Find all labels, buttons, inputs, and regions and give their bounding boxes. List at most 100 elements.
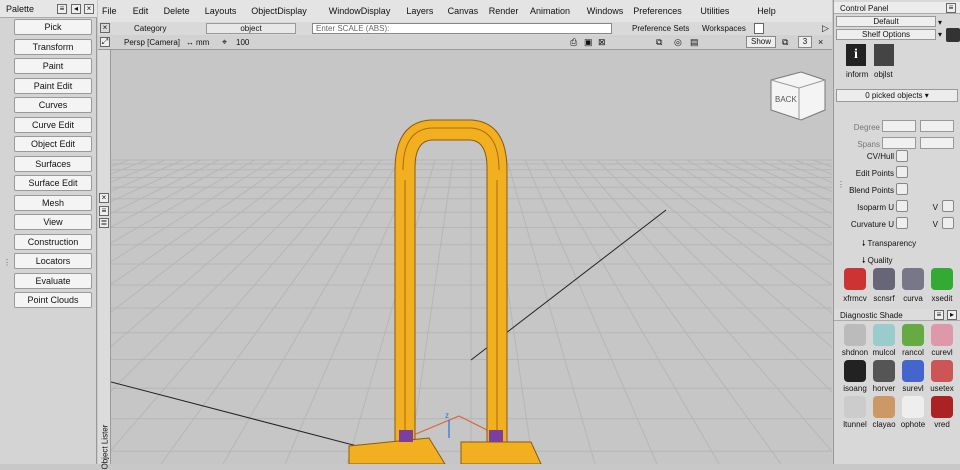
curvature-v-checkbox[interactable] (942, 217, 954, 229)
menu-utilities[interactable]: Utilities (700, 6, 729, 16)
scnsrf-icon[interactable] (873, 268, 895, 290)
workspace-icon[interactable] (754, 23, 764, 34)
palette-button-evaluate[interactable]: Evaluate (14, 272, 92, 289)
menu-render[interactable]: Render (489, 6, 519, 16)
view-cube[interactable]: BACK (770, 71, 826, 121)
close-icon[interactable]: × (818, 37, 823, 47)
spans-field[interactable] (882, 137, 916, 149)
palette-button-transform[interactable]: Transform (14, 38, 92, 55)
collapse-icon[interactable]: ◂ (71, 4, 81, 14)
shelf-item-inform[interactable]: inform (846, 70, 868, 79)
menu-animation[interactable]: Animation (530, 6, 570, 16)
close-icon[interactable]: × (84, 4, 94, 14)
list-icon[interactable]: ≣ (99, 218, 109, 228)
menu-windows[interactable]: Windows (587, 6, 624, 16)
clayao-icon[interactable] (873, 396, 895, 418)
windows-icon[interactable]: ⧉ (782, 37, 788, 48)
palette-button-construction[interactable]: Construction (14, 233, 92, 250)
curvature-u-checkbox[interactable] (896, 217, 908, 229)
menu-help[interactable]: Help (757, 6, 776, 16)
ltunnel-icon[interactable] (844, 396, 866, 418)
scale-input[interactable]: Enter SCALE (ABS): (312, 23, 612, 34)
degree-field-2[interactable] (920, 120, 954, 132)
menu-objectdisplay[interactable]: ObjectDisplay (251, 6, 307, 16)
degree-field[interactable] (882, 120, 916, 132)
close-icon[interactable]: × (100, 23, 110, 33)
palette-button-object-edit[interactable]: Object Edit (14, 136, 92, 152)
drag-handle-icon[interactable]: ⋮ (3, 258, 11, 267)
menu-windowdisplay[interactable]: WindowDisplay (329, 6, 391, 16)
isoparm-v-checkbox[interactable] (942, 200, 954, 212)
trash-icon[interactable] (946, 28, 960, 42)
mulcol-icon[interactable] (873, 324, 895, 346)
ophote-icon[interactable] (902, 396, 924, 418)
shade-icon[interactable]: ⧉ (656, 37, 662, 48)
preset-dropdown[interactable]: Default (836, 16, 936, 27)
palette-button-point-clouds[interactable]: Point Clouds (14, 292, 92, 308)
quality-toggle[interactable]: 🠗 Quality (862, 255, 893, 269)
arrow-right-icon[interactable]: ▷ (822, 23, 829, 34)
drag-handle-icon[interactable]: ⋮ (837, 180, 845, 189)
menu-icon[interactable]: ≡ (934, 310, 944, 320)
menu-layouts[interactable]: Layouts (205, 6, 237, 16)
palette-button-mesh[interactable]: Mesh (14, 194, 92, 211)
palette-button-paint-edit[interactable]: Paint Edit (14, 77, 92, 94)
palette-button-paint[interactable]: Paint (14, 58, 92, 74)
cv-hull-checkbox[interactable] (896, 150, 908, 162)
show-button[interactable]: Show (746, 36, 776, 48)
shelf-options-dropdown[interactable]: Shelf Options (836, 29, 936, 40)
shdnon-icon[interactable] (844, 324, 866, 346)
curevl-icon[interactable] (931, 324, 953, 346)
menu-layers[interactable]: Layers (406, 6, 433, 16)
menu-canvas[interactable]: Canvas (448, 6, 479, 16)
palette-button-pick[interactable]: Pick (14, 19, 92, 35)
maximize-icon[interactable]: ⤢ (100, 37, 110, 47)
palette-button-curves[interactable]: Curves (14, 97, 92, 113)
vred-icon[interactable] (931, 396, 953, 418)
usetex-icon[interactable] (931, 360, 953, 382)
palette-button-surfaces[interactable]: Surfaces (14, 155, 92, 172)
transparency-toggle[interactable]: 🠗 Transparency (862, 238, 916, 252)
close-icon[interactable]: × (99, 193, 109, 203)
rancol-icon[interactable] (902, 324, 924, 346)
object-list-icon[interactable] (874, 44, 894, 66)
chevron-down-icon[interactable]: ▾ (938, 18, 942, 27)
preference-sets-button[interactable]: Preference Sets (632, 24, 689, 33)
menu-edit[interactable]: Edit (133, 6, 149, 16)
menu-file[interactable]: File (102, 6, 117, 16)
chevron-down-icon[interactable]: ▾ (938, 30, 942, 39)
menu-icon[interactable]: ≡ (57, 4, 67, 14)
object-selector[interactable]: object (206, 23, 296, 34)
palette-button-locators[interactable]: Locators (14, 253, 92, 269)
toggle-icon[interactable]: ▤ (690, 37, 699, 48)
camera-icon[interactable]: ⎙ (570, 37, 577, 48)
menu-preferences[interactable]: Preferences (633, 6, 682, 16)
spans-field-2[interactable] (920, 137, 954, 149)
shelf-item-objlst[interactable]: objlst (874, 70, 893, 79)
surevl-icon[interactable] (902, 360, 924, 382)
info-icon[interactable]: i (846, 44, 866, 66)
curva-icon[interactable] (902, 268, 924, 290)
arrow-right-icon[interactable]: ▸ (947, 310, 957, 320)
menu-icon[interactable]: ≡ (946, 3, 956, 13)
view-count[interactable]: 3 (798, 36, 812, 48)
xsedit-icon[interactable] (931, 268, 953, 290)
menu-delete[interactable]: Delete (164, 6, 190, 16)
perspective-viewport[interactable]: z BACK (111, 50, 832, 464)
workspaces-button[interactable]: Workspaces (702, 24, 746, 33)
grab-icon[interactable]: ▣ (584, 37, 593, 48)
menu-icon[interactable]: ≡ (99, 206, 109, 216)
scene-canvas[interactable]: z BACK (111, 50, 832, 464)
palette-button-view[interactable]: View (14, 214, 92, 230)
isoparm-u-checkbox[interactable] (896, 200, 908, 212)
frame-icon[interactable]: ⊠ (598, 37, 606, 48)
horver-icon[interactable] (873, 360, 895, 382)
blend-points-checkbox[interactable] (896, 183, 908, 195)
xfrmcv-icon[interactable] (844, 268, 866, 290)
lights-icon[interactable]: ◎ (674, 37, 682, 48)
palette-button-curve-edit[interactable]: Curve Edit (14, 116, 92, 133)
picked-objects-dropdown[interactable]: 0 picked objects ▾ (836, 89, 958, 102)
edit-points-checkbox[interactable] (896, 166, 908, 178)
isoang-icon[interactable] (844, 360, 866, 382)
palette-button-surface-edit[interactable]: Surface Edit (14, 175, 92, 191)
